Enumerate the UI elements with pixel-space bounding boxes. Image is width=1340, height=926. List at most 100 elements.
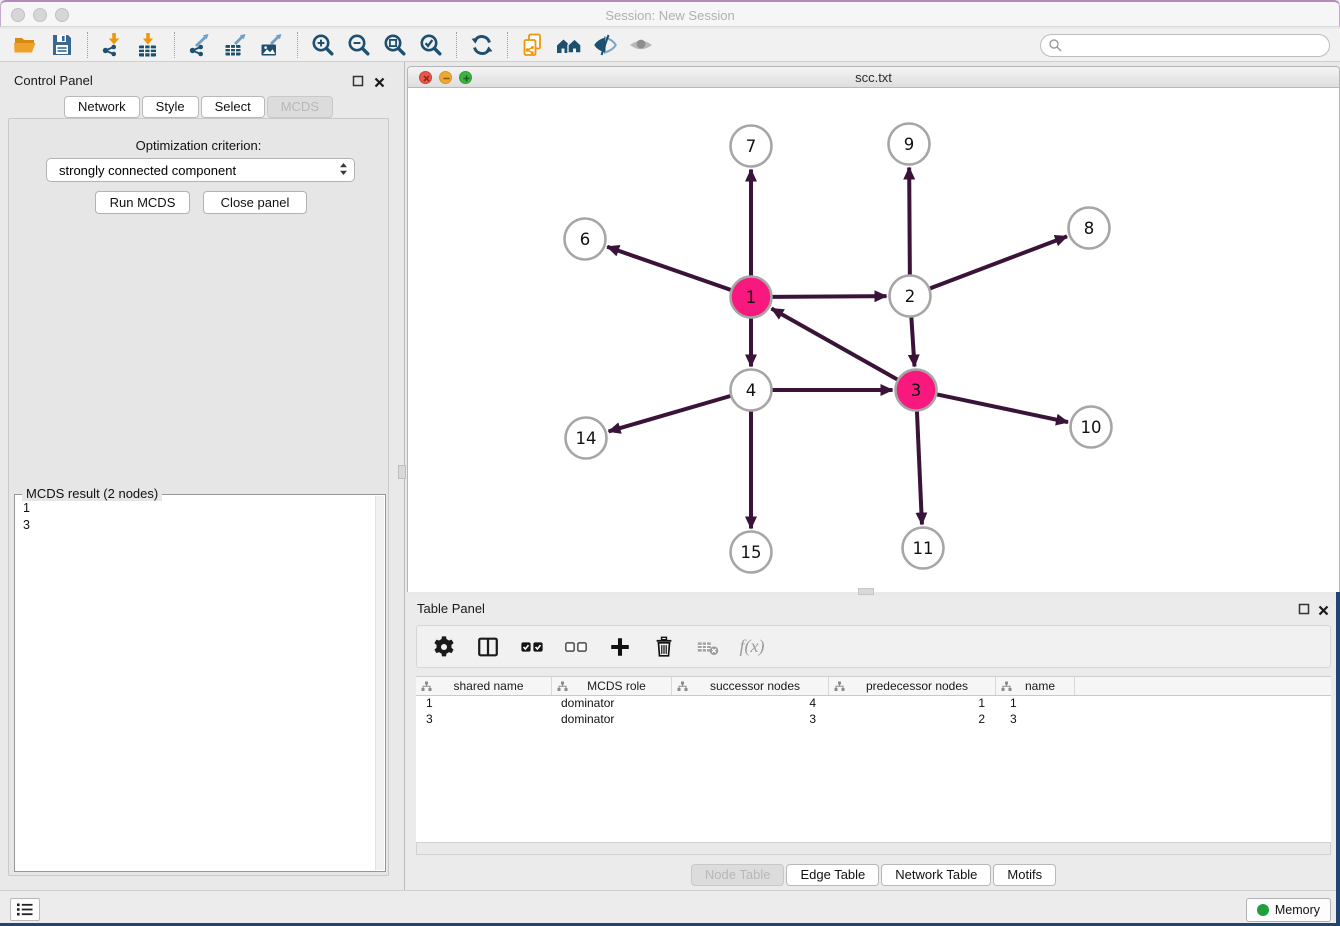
show-columns-icon[interactable]	[473, 632, 503, 662]
criterion-value: strongly connected component	[59, 163, 236, 178]
graph-node-4[interactable]: 4	[731, 370, 772, 411]
tab-network[interactable]: Network	[64, 96, 140, 118]
optimization-criterion-label: Optimization criterion:	[9, 138, 388, 153]
column-header-MCDS-role[interactable]: MCDS role	[552, 677, 672, 695]
close-icon[interactable]	[1318, 603, 1329, 621]
column-header-predecessor-nodes[interactable]: predecessor nodes	[829, 677, 996, 695]
status-bar: Memory	[0, 890, 1340, 926]
destroy-table-icon[interactable]	[693, 632, 723, 662]
cell-MCDS-role[interactable]: dominator	[553, 696, 674, 712]
cell-name[interactable]: 3	[1000, 712, 1080, 728]
search-input[interactable]	[1063, 36, 1329, 55]
column-header-name[interactable]: name	[996, 677, 1075, 695]
graph-node-3[interactable]: 3	[896, 370, 937, 411]
tab-node-table[interactable]: Node Table	[691, 864, 785, 886]
graph-node-1[interactable]: 1	[731, 277, 772, 318]
column-header-successor-nodes[interactable]: successor nodes	[672, 677, 829, 695]
svg-text:10: 10	[1081, 418, 1102, 437]
graph-node-7[interactable]: 7	[731, 126, 772, 167]
edge-2-9[interactable]	[909, 167, 910, 274]
table-row-0[interactable]: 1dominator411	[416, 696, 1331, 712]
run-mcds-button[interactable]: Run MCDS	[95, 191, 190, 214]
edge-1-2[interactable]	[772, 296, 886, 297]
tab-edge-table[interactable]: Edge Table	[786, 864, 879, 886]
control-panel-tabbar: NetworkStyleSelectMCDS	[0, 96, 397, 118]
edge-3-10[interactable]	[937, 394, 1068, 422]
edge-2-3[interactable]	[911, 317, 914, 366]
table-toolbar: f(x)	[416, 625, 1331, 668]
node-table[interactable]: shared nameMCDS rolesuccessor nodesprede…	[416, 676, 1331, 842]
zoom-fit-icon[interactable]	[377, 30, 413, 60]
graph-node-15[interactable]: 15	[731, 532, 772, 573]
column-header-shared-name[interactable]: shared name	[416, 677, 552, 695]
zoom-out-icon[interactable]	[341, 30, 377, 60]
task-list-icon[interactable]	[10, 898, 40, 921]
close-icon[interactable]	[374, 75, 385, 93]
vertical-splitter[interactable]	[400, 62, 405, 890]
search-box[interactable]	[1040, 34, 1330, 57]
edge-1-6[interactable]	[607, 247, 731, 290]
import-table-icon[interactable]	[131, 30, 167, 60]
svg-text:3: 3	[911, 381, 922, 400]
table-row-1[interactable]: 3dominator323	[416, 712, 1331, 728]
tab-motifs[interactable]: Motifs	[993, 864, 1056, 886]
houses-icon[interactable]	[551, 30, 587, 60]
delete-row-icon[interactable]	[649, 632, 679, 662]
tab-select[interactable]: Select	[201, 96, 265, 118]
graph-node-8[interactable]: 8	[1069, 208, 1110, 249]
search-icon	[1048, 38, 1063, 53]
graphics-details-icon[interactable]	[587, 30, 623, 60]
edge-2-8[interactable]	[930, 236, 1067, 288]
select-all-icon[interactable]	[517, 632, 547, 662]
mcds-result-text[interactable]: 1 3	[23, 500, 30, 534]
export-table-icon[interactable]	[218, 30, 254, 60]
refresh-layout-icon[interactable]	[464, 30, 500, 60]
graph-node-9[interactable]: 9	[889, 124, 930, 165]
cell-successor-nodes[interactable]: 3	[674, 712, 832, 728]
table-body: 1dominator4113dominator323	[416, 696, 1331, 728]
cell-predecessor-nodes[interactable]: 1	[832, 696, 1000, 712]
zoom-in-icon[interactable]	[305, 30, 341, 60]
eye-icon[interactable]	[623, 30, 659, 60]
edge-4-14[interactable]	[609, 396, 731, 431]
cell-predecessor-nodes[interactable]: 2	[832, 712, 1000, 728]
close-panel-button[interactable]: Close panel	[203, 191, 307, 214]
function-builder-label: f(x)	[740, 636, 765, 657]
deselect-all-icon[interactable]	[561, 632, 591, 662]
tab-network-table[interactable]: Network Table	[881, 864, 991, 886]
open-folder-icon[interactable]	[8, 30, 44, 60]
settings-gear-icon[interactable]	[429, 632, 459, 662]
duplicate-network-icon[interactable]	[515, 30, 551, 60]
table-hscrollbar[interactable]	[416, 842, 1331, 855]
network-canvas[interactable]: 7 9 6 8 1 2 4 3 14 10 15 11	[408, 88, 1339, 592]
zoom-selected-icon[interactable]	[413, 30, 449, 60]
save-icon[interactable]	[44, 30, 80, 60]
network-window-titlebar[interactable]: scc.txt	[408, 67, 1339, 88]
edge-3-11[interactable]	[917, 411, 922, 524]
function-builder-icon[interactable]: f(x)	[737, 632, 767, 662]
graph-node-2[interactable]: 2	[890, 276, 931, 317]
graph-node-6[interactable]: 6	[565, 219, 606, 260]
float-icon[interactable]	[352, 74, 364, 92]
import-network-icon[interactable]	[95, 30, 131, 60]
memory-button[interactable]: Memory	[1246, 898, 1331, 922]
edge-3-1[interactable]	[771, 309, 897, 380]
cell-shared-name[interactable]: 1	[416, 696, 553, 712]
criterion-select[interactable]: strongly connected component	[46, 158, 355, 182]
graph-node-14[interactable]: 14	[566, 418, 607, 459]
result-scrollbar[interactable]	[375, 496, 384, 870]
tab-mcds[interactable]: MCDS	[267, 96, 333, 118]
cell-name[interactable]: 1	[1000, 696, 1080, 712]
graph-node-10[interactable]: 10	[1071, 407, 1112, 448]
cell-MCDS-role[interactable]: dominator	[553, 712, 674, 728]
export-image-icon[interactable]	[254, 30, 290, 60]
add-row-icon[interactable]	[605, 632, 635, 662]
splitter-handle[interactable]	[398, 465, 406, 479]
cell-shared-name[interactable]: 3	[416, 712, 553, 728]
horizontal-splitter-handle[interactable]	[858, 588, 874, 595]
cell-successor-nodes[interactable]: 4	[674, 696, 832, 712]
graph-node-11[interactable]: 11	[903, 528, 944, 569]
tab-style[interactable]: Style	[142, 96, 199, 118]
export-network-icon[interactable]	[182, 30, 218, 60]
float-icon[interactable]	[1298, 602, 1310, 620]
